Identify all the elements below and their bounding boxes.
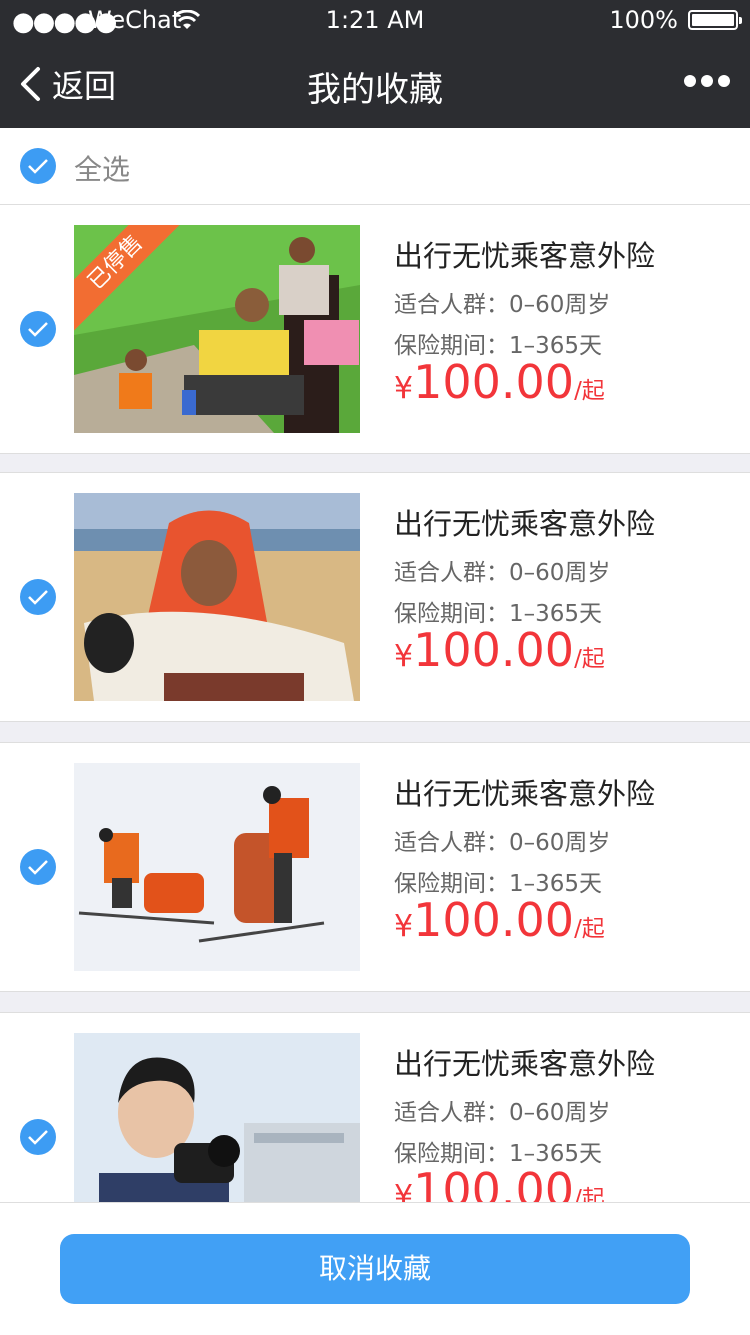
currency-symbol: ¥: [394, 371, 414, 406]
price-unit: /起: [574, 646, 605, 672]
nav-bar: 返回 我的收藏: [0, 40, 750, 128]
more-dot-icon: [718, 75, 730, 87]
checkmark-icon: [28, 322, 48, 337]
product-title[interactable]: 出行无忧乘客意外险: [394, 501, 655, 543]
product-audience: 适合人群：0–60周岁: [394, 1100, 611, 1126]
product-image-girl-lamb[interactable]: [74, 493, 360, 701]
checkmark-icon: [28, 159, 48, 174]
battery-icon: [688, 10, 742, 30]
more-button[interactable]: [684, 74, 730, 88]
price-amount: 100.00: [413, 355, 575, 409]
price-amount: 100.00: [413, 623, 575, 677]
product-title[interactable]: 出行无忧乘客意外险: [394, 771, 655, 813]
select-all-label: 全选: [74, 153, 131, 186]
item-checkbox[interactable]: [20, 579, 56, 615]
price-unit: /起: [574, 378, 605, 404]
currency-symbol: ¥: [394, 639, 414, 674]
select-all-row[interactable]: 全选: [0, 128, 750, 205]
product-audience: 适合人群：0–60周岁: [394, 560, 611, 586]
checkmark-icon: [28, 1130, 48, 1145]
product-audience: 适合人群：0–60周岁: [394, 830, 611, 856]
product-price: ¥100.00/起: [394, 623, 605, 677]
currency-symbol: ¥: [394, 909, 414, 944]
favorite-item[interactable]: 出行无忧乘客意外险 适合人群：0–60周岁 保险期间：1–365天 ¥100.0…: [0, 472, 750, 722]
favorite-item[interactable]: 已停售 出行无忧乘客意外险 适合人群：0–60周岁 保险期间：1–365天 ¥1…: [0, 204, 750, 454]
favorite-item[interactable]: 出行无忧乘客意外险 适合人群：0–60周岁 保险期间：1–365天 ¥100.0…: [0, 742, 750, 992]
page-title: 我的收藏: [307, 70, 443, 110]
product-price: ¥100.00/起: [394, 893, 605, 947]
price-amount: 100.00: [413, 893, 575, 947]
item-checkbox[interactable]: [20, 1119, 56, 1155]
item-checkbox[interactable]: [20, 849, 56, 885]
more-dot-icon: [684, 75, 696, 87]
checkmark-icon: [28, 590, 48, 605]
product-audience: 适合人群：0–60周岁: [394, 292, 611, 318]
more-dot-icon: [701, 75, 713, 87]
price-unit: /起: [574, 916, 605, 942]
checkmark-icon: [28, 860, 48, 875]
select-all-checkbox[interactable]: [20, 148, 56, 184]
product-price: ¥100.00/起: [394, 355, 605, 409]
product-title[interactable]: 出行无忧乘客意外险: [394, 1041, 655, 1083]
status-bar: ●●●●● WeChat 1:21 AM 100%: [0, 0, 750, 40]
remove-favorites-button[interactable]: 取消收藏: [60, 1234, 690, 1304]
battery-percent: 100%: [609, 6, 678, 34]
footer-bar: 取消收藏: [0, 1202, 750, 1335]
product-image-children-bicycle[interactable]: 已停售: [74, 225, 360, 433]
product-image-skiers[interactable]: [74, 763, 360, 971]
item-checkbox[interactable]: [20, 311, 56, 347]
product-title[interactable]: 出行无忧乘客意外险: [394, 233, 655, 275]
